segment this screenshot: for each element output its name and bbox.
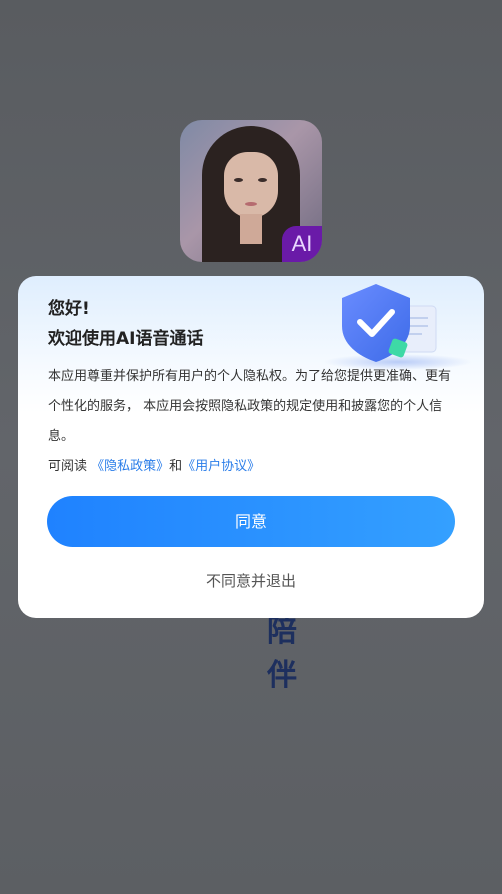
greeting-heading: 您好! — [48, 299, 90, 319]
decline-exit-button[interactable]: 不同意并退出 — [151, 566, 351, 596]
agree-button[interactable]: 同意 — [47, 496, 455, 547]
privacy-body-text: 本应用尊重并保护所有用户的个人隐私权。为了给您提供更准确、更有个性化的服务， 本… — [48, 369, 452, 444]
ai-badge: AI — [282, 226, 322, 262]
welcome-heading: 欢迎使用AI语音通话 — [48, 329, 204, 349]
user-agreement-link[interactable]: 《用户协议》 — [182, 459, 260, 474]
privacy-dialog: 您好! 欢迎使用AI语音通话 本应用尊重并保护所有用户的个人隐私权。为了给您提供… — [18, 276, 484, 618]
app-logo: AI — [180, 120, 322, 262]
splash-char-2: 伴 — [267, 658, 297, 693]
privacy-policy-link[interactable]: 《隐私政策》 — [91, 459, 169, 474]
and-text: 和 — [169, 459, 183, 474]
policy-links-line: 可阅读 《隐私政策》和《用户协议》 — [48, 454, 260, 480]
read-prefix: 可阅读 — [48, 459, 92, 474]
splash-vertical-text: 陪 伴 — [262, 610, 302, 698]
